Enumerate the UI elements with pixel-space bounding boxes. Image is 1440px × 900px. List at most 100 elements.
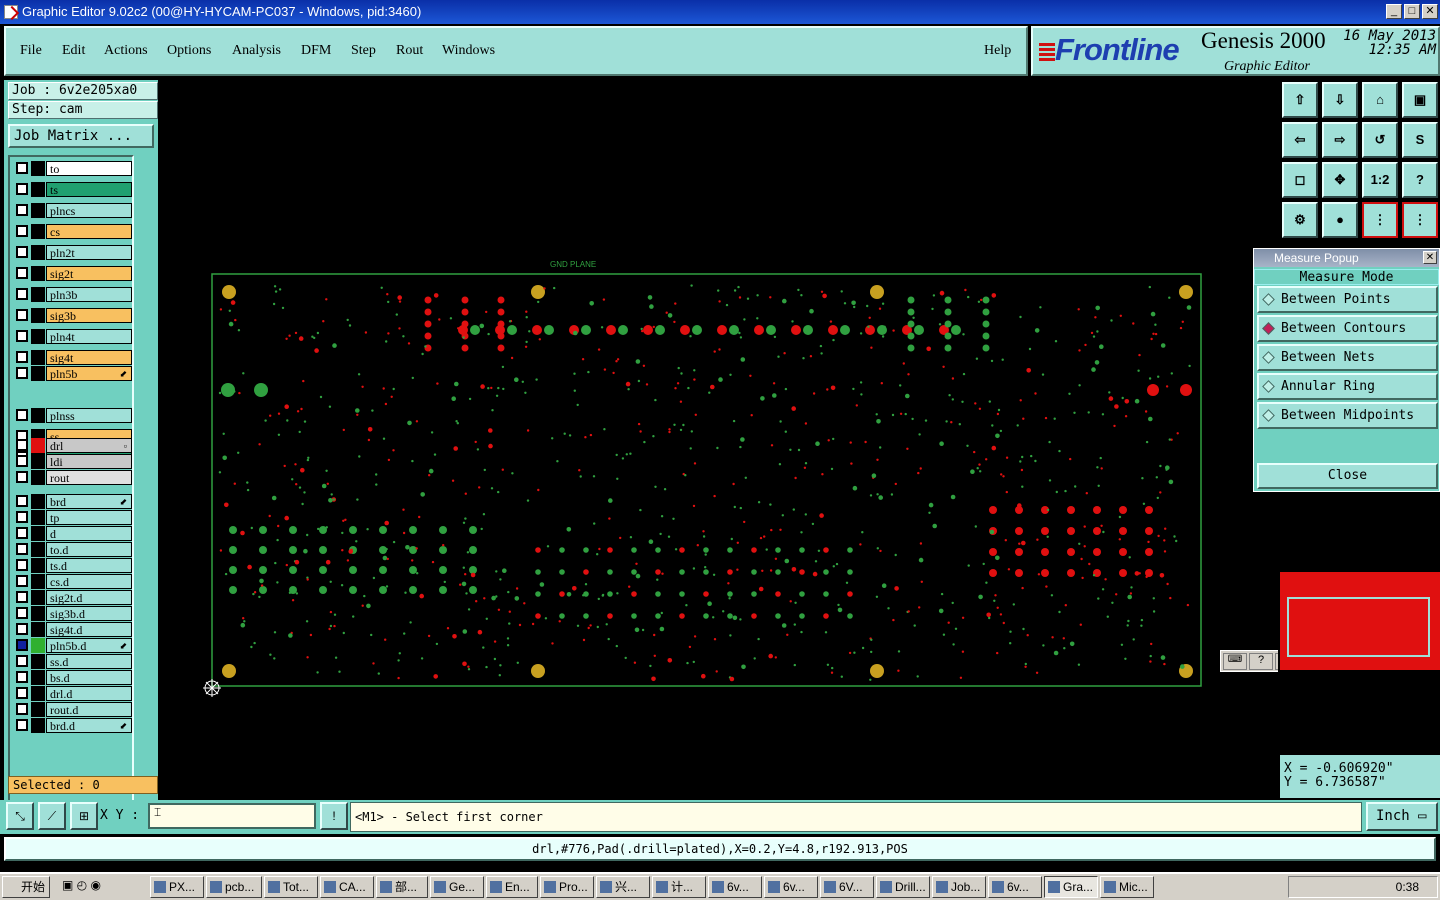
layer-name[interactable]: sig2t.d <box>46 590 132 605</box>
layer-row[interactable]: pln4t <box>13 329 132 344</box>
menu-edit[interactable]: Edit <box>62 43 85 59</box>
taskbar-item[interactable]: 计... <box>652 876 706 898</box>
layer-checkbox[interactable] <box>16 309 28 321</box>
layer-row[interactable]: plnss <box>13 408 132 423</box>
layer-checkbox[interactable] <box>16 471 28 483</box>
layer-checkbox[interactable] <box>16 527 28 539</box>
layer-name[interactable]: to.d <box>46 542 132 557</box>
layer-checkbox[interactable] <box>16 439 28 451</box>
layer-name[interactable]: pln5b.d ⬋ <box>46 638 132 653</box>
layer-name[interactable]: tp <box>46 510 132 525</box>
layer-checkbox[interactable] <box>16 703 28 715</box>
layer-color-swatch[interactable] <box>31 366 45 381</box>
layer-checkbox[interactable] <box>16 409 28 421</box>
menu-rout[interactable]: Rout <box>396 43 423 59</box>
snap-tool-icon[interactable]: ⟋ <box>38 802 66 830</box>
grid-icon[interactable]: ⋮ <box>1402 202 1438 238</box>
layer-name[interactable]: sig2t <box>46 266 132 281</box>
pan-down-icon[interactable]: ⇩ <box>1322 82 1358 118</box>
layer-row[interactable]: plncs <box>13 203 132 218</box>
layer-color-swatch[interactable] <box>31 542 45 557</box>
layer-name[interactable]: cs <box>46 224 132 239</box>
settings-icon[interactable]: ⚙ <box>1282 202 1318 238</box>
layer-checkbox[interactable] <box>16 655 28 667</box>
layer-name[interactable]: ts.d <box>46 558 132 573</box>
layer-color-swatch[interactable] <box>31 510 45 525</box>
layer-row[interactable]: ldi <box>13 454 132 469</box>
layer-row[interactable]: ss.d <box>13 654 132 669</box>
layer-row[interactable]: to <box>13 161 132 176</box>
alert-icon[interactable]: ! <box>320 802 348 830</box>
layer-name[interactable]: pln2t <box>46 245 132 260</box>
layer-color-swatch[interactable] <box>31 408 45 423</box>
layer-color-swatch[interactable] <box>31 590 45 605</box>
layer-name[interactable]: rout <box>46 470 132 485</box>
measure-option[interactable]: Between Points <box>1257 286 1438 313</box>
menu-options[interactable]: Options <box>167 43 211 59</box>
menu-step[interactable]: Step <box>351 43 376 59</box>
taskbar-item[interactable]: 6v... <box>988 876 1042 898</box>
layer-row[interactable]: pln2t <box>13 245 132 260</box>
layer-color-swatch[interactable] <box>31 329 45 344</box>
layer-color-swatch[interactable] <box>31 526 45 541</box>
zoom-ratio-icon[interactable]: 1:2 <box>1362 162 1398 198</box>
taskbar-item[interactable]: 部... <box>376 876 428 898</box>
layer-name[interactable]: sig4t.d <box>46 622 132 637</box>
layer-checkbox[interactable] <box>16 671 28 683</box>
layer-row[interactable]: pln5b.d ⬋ <box>13 638 132 653</box>
layer-name[interactable]: ss.d <box>46 654 132 669</box>
layer-name[interactable]: plnss <box>46 408 132 423</box>
taskbar-item[interactable]: pcb... <box>206 876 262 898</box>
layer-name[interactable]: rout.d <box>46 702 132 717</box>
redraw-icon[interactable]: S <box>1402 122 1438 158</box>
menu-actions[interactable]: Actions <box>104 43 148 59</box>
grid-tool-icon[interactable]: ⊞ <box>70 802 98 830</box>
undo-icon[interactable]: ↺ <box>1362 122 1398 158</box>
measure-option[interactable]: Between Contours <box>1257 315 1438 342</box>
menu-analysis[interactable]: Analysis <box>232 43 281 59</box>
layer-color-swatch[interactable] <box>31 654 45 669</box>
layer-color-swatch[interactable] <box>31 308 45 323</box>
measure-option[interactable]: Annular Ring <box>1257 373 1438 400</box>
layer-row[interactable]: cs.d <box>13 574 132 589</box>
keyboard-icon[interactable]: ⌨ <box>1223 653 1247 670</box>
menu-dfm[interactable]: DFM <box>301 43 331 59</box>
layer-color-swatch[interactable] <box>31 182 45 197</box>
layer-checkbox[interactable] <box>16 351 28 363</box>
xy-input[interactable]: ⌶ <box>148 803 316 829</box>
layer-checkbox[interactable] <box>16 225 28 237</box>
zoom-fit-icon[interactable]: ◻ <box>1282 162 1318 198</box>
taskbar-item[interactable]: Pro... <box>540 876 594 898</box>
layer-row[interactable]: sig3b.d <box>13 606 132 621</box>
layer-name[interactable]: cs.d <box>46 574 132 589</box>
layer-row[interactable]: bs.d <box>13 670 132 685</box>
menu-help[interactable]: Help <box>984 43 1011 59</box>
layer-color-swatch[interactable] <box>31 161 45 176</box>
layer-color-swatch[interactable] <box>31 203 45 218</box>
layer-name[interactable]: pln5b ⬋ <box>46 366 132 381</box>
layer-color-swatch[interactable] <box>31 266 45 281</box>
taskbar-item[interactable]: Tot... <box>264 876 318 898</box>
layer-row[interactable]: drl.d <box>13 686 132 701</box>
layer-color-swatch[interactable] <box>31 670 45 685</box>
layer-name[interactable]: bs.d <box>46 670 132 685</box>
help-icon[interactable]: ? <box>1249 653 1273 670</box>
taskbar-item[interactable]: Gra... <box>1044 876 1098 898</box>
measure-icon[interactable]: ● <box>1322 202 1358 238</box>
layer-color-swatch[interactable] <box>31 606 45 621</box>
window-icon[interactable]: ▣ <box>1402 82 1438 118</box>
query-icon[interactable]: ? <box>1402 162 1438 198</box>
layer-row[interactable]: d <box>13 526 132 541</box>
layer-checkbox[interactable] <box>16 591 28 603</box>
layer-checkbox[interactable] <box>16 330 28 342</box>
snap-icon[interactable]: ⋮ <box>1362 202 1398 238</box>
layer-checkbox[interactable] <box>16 288 28 300</box>
layer-row[interactable]: ts <box>13 182 132 197</box>
taskbar-item[interactable]: Mic... <box>1100 876 1154 898</box>
layer-name[interactable]: ts <box>46 182 132 197</box>
layer-name[interactable]: sig3b <box>46 308 132 323</box>
layer-color-swatch[interactable] <box>31 350 45 365</box>
layer-checkbox[interactable] <box>16 687 28 699</box>
taskbar-item[interactable]: 6v... <box>708 876 762 898</box>
line-tool-icon[interactable]: ⤡ <box>6 802 34 830</box>
